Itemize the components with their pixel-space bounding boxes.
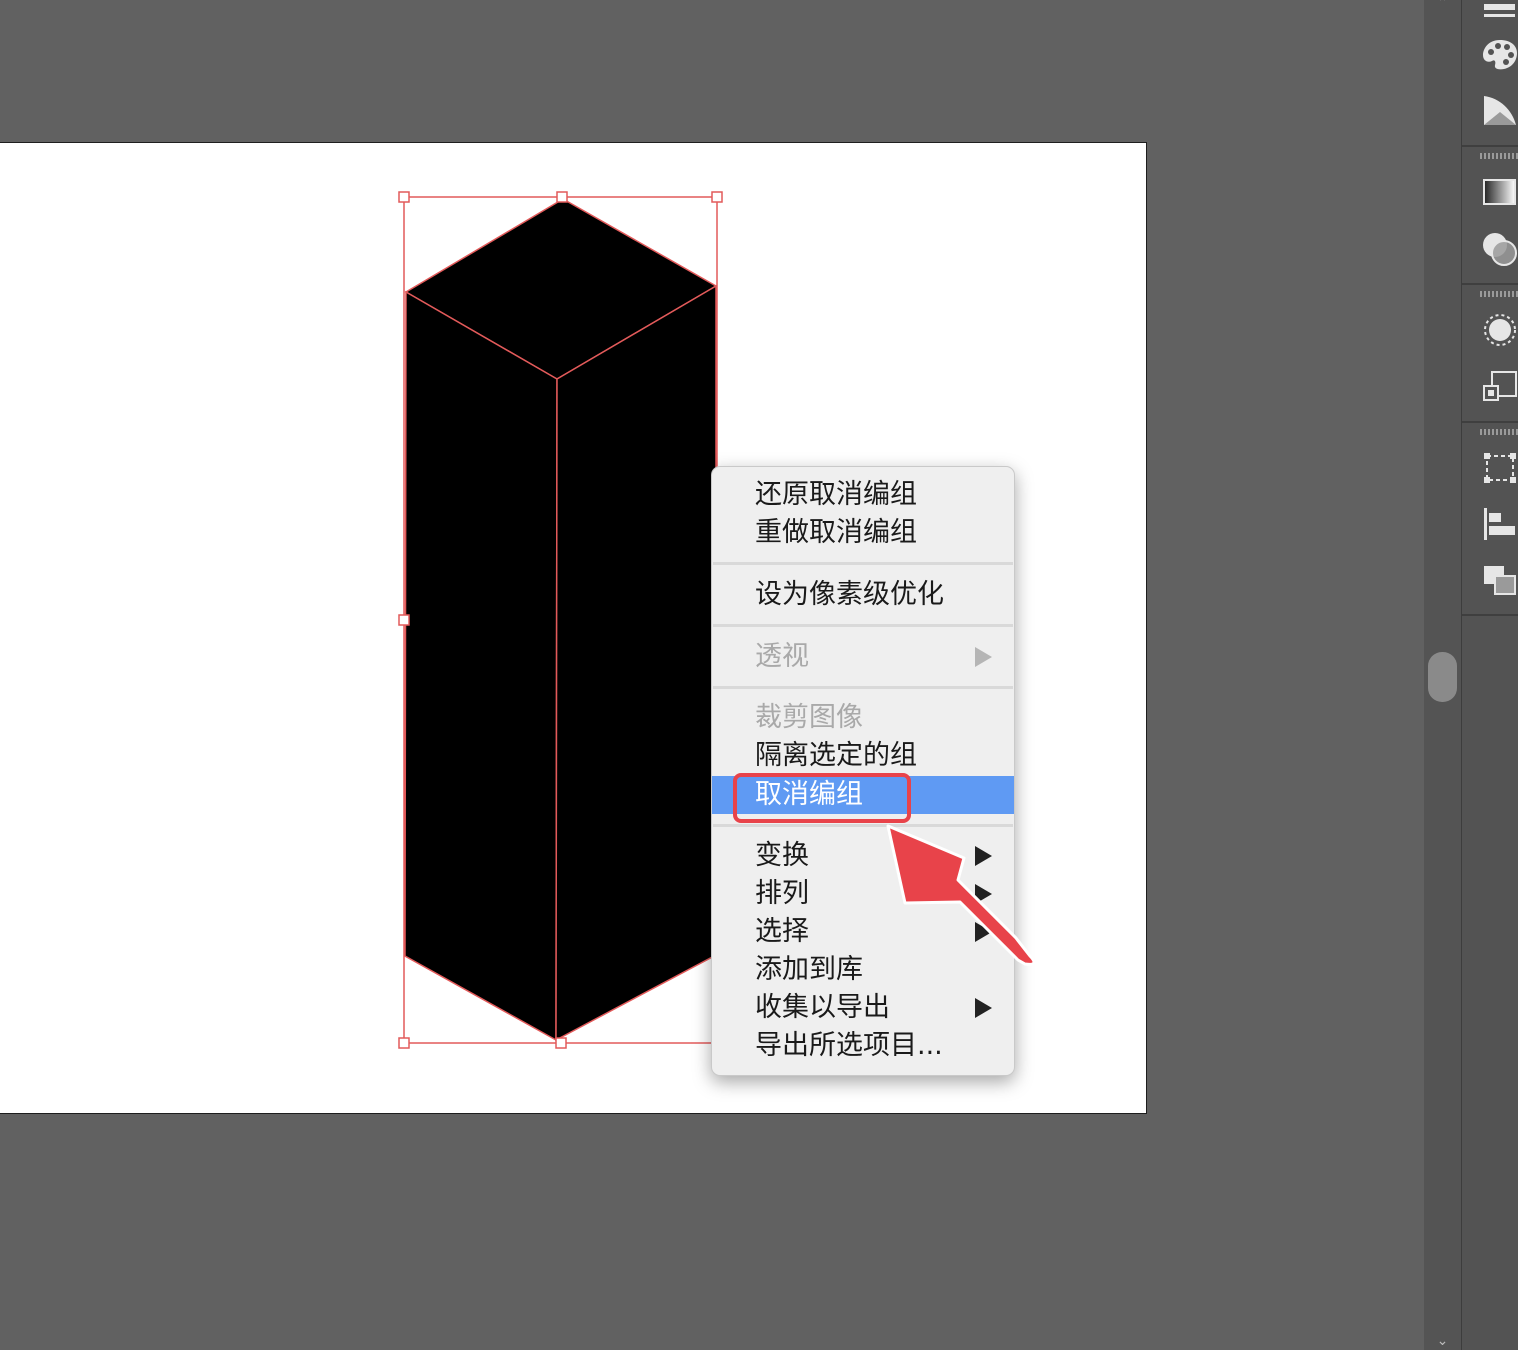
vertical-scrollbar[interactable]: ⌃ ⌄	[1424, 0, 1461, 1350]
menu-item-label: 变换	[755, 840, 809, 871]
menu-item-label: 收集以导出	[755, 992, 890, 1023]
menu-item-transform[interactable]: 变换	[712, 837, 1014, 875]
menu-item-perspective: 透视	[712, 638, 1014, 676]
submenu-arrow-icon	[975, 922, 992, 942]
menu-separator	[713, 624, 1013, 627]
menu-item-redo-ungroup[interactable]: 重做取消编组	[712, 514, 1014, 552]
menu-separator	[713, 824, 1013, 827]
panel-group-separator	[1462, 145, 1518, 147]
menu-item-label: 添加到库	[755, 954, 863, 985]
submenu-arrow-icon	[975, 998, 992, 1018]
menu-separator	[713, 686, 1013, 689]
menu-item-undo-ungroup[interactable]: 还原取消编组	[712, 476, 1014, 514]
menu-item-label: 排列	[755, 878, 809, 909]
handle-top-right[interactable]	[711, 191, 723, 203]
graphic-styles-icon[interactable]	[1480, 366, 1518, 406]
menu-item-label: 重做取消编组	[755, 517, 917, 548]
submenu-arrow-icon	[975, 647, 992, 667]
menu-item-arrange[interactable]: 排列	[712, 875, 1014, 913]
menu-item-label: 导出所选项目...	[755, 1030, 943, 1061]
color-guide-icon[interactable]	[1480, 90, 1518, 130]
panel-group-separator	[1462, 614, 1518, 616]
transform-icon[interactable]	[1480, 448, 1518, 488]
menu-item-pixel-optimize[interactable]: 设为像素级优化	[712, 576, 1014, 614]
menu-item-select[interactable]: 选择	[712, 913, 1014, 951]
column-left-face[interactable]	[404, 290, 558, 1042]
menu-item-crop-image: 裁剪图像	[712, 699, 1014, 737]
pathfinder-icon[interactable]	[1480, 560, 1518, 600]
column-right-face[interactable]	[555, 284, 717, 1042]
handle-top-left[interactable]	[398, 191, 410, 203]
handle-middle-left[interactable]	[398, 614, 410, 626]
align-icon[interactable]	[1480, 504, 1518, 544]
menu-item-isolate-group[interactable]: 隔离选定的组	[712, 737, 1014, 775]
menu-item-label: 还原取消编组	[755, 479, 917, 510]
panel-group-separator	[1462, 421, 1518, 423]
panel-group-separator	[1462, 283, 1518, 285]
handle-bottom-center[interactable]	[555, 1037, 567, 1049]
menu-item-add-to-library[interactable]: 添加到库	[712, 951, 1014, 989]
handle-bottom-left[interactable]	[398, 1037, 410, 1049]
panel-grip[interactable]	[1480, 153, 1518, 159]
submenu-arrow-icon	[975, 846, 992, 866]
gradient-icon[interactable]	[1480, 172, 1518, 212]
menu-item-label: 设为像素级优化	[755, 579, 944, 610]
panel-dock	[1461, 0, 1518, 1350]
handle-top-center[interactable]	[556, 191, 568, 203]
annotation-highlight-box	[733, 773, 911, 823]
appearance-icon[interactable]	[1480, 310, 1518, 350]
menu-item-label: 透视	[755, 641, 809, 672]
menu-item-label: 裁剪图像	[755, 702, 863, 733]
menu-item-export-selection[interactable]: 导出所选项目...	[712, 1027, 1014, 1065]
submenu-arrow-icon	[975, 884, 992, 904]
menu-separator	[713, 562, 1013, 565]
menu-item-label: 选择	[755, 916, 809, 947]
color-palette-icon[interactable]	[1480, 34, 1518, 74]
brush-library-icon[interactable]	[1480, 0, 1518, 30]
scroll-up-icon[interactable]: ⌃	[1424, 0, 1461, 10]
scroll-down-icon[interactable]: ⌄	[1424, 1334, 1461, 1348]
panel-grip[interactable]	[1480, 429, 1518, 435]
transparency-icon[interactable]	[1480, 228, 1518, 268]
menu-item-label: 隔离选定的组	[755, 740, 917, 771]
scrollbar-thumb[interactable]	[1428, 652, 1457, 702]
context-menu: 还原取消编组 重做取消编组 设为像素级优化 透视 裁剪图像 隔离选定的组 取消编…	[711, 466, 1015, 1076]
menu-item-collect-for-export[interactable]: 收集以导出	[712, 989, 1014, 1027]
panel-grip[interactable]	[1480, 291, 1518, 297]
